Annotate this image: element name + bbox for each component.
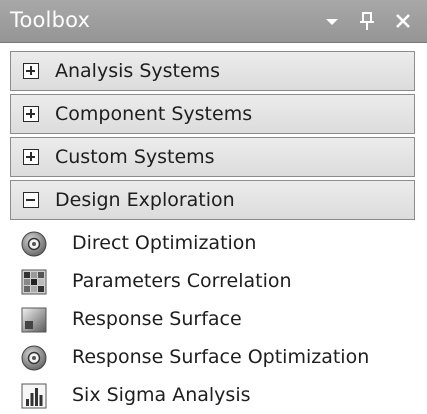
expand-icon[interactable] [23, 149, 39, 165]
item-label: Response Surface Optimization [72, 346, 370, 368]
expand-icon[interactable] [23, 106, 39, 122]
response-surface-icon [20, 306, 48, 334]
group-label: Custom Systems [55, 146, 215, 168]
toolbox-titlebar: Toolbox [0, 0, 427, 43]
direct-optimization-icon [20, 230, 48, 258]
group-component-systems[interactable]: Component Systems [10, 94, 415, 134]
toolbox-title: Toolbox [10, 8, 91, 32]
item-direct-optimization[interactable]: Direct Optimization [18, 226, 418, 262]
item-response-surface-optimization[interactable]: Response Surface Optimization [18, 340, 418, 376]
group-analysis-systems[interactable]: Analysis Systems [10, 51, 415, 91]
close-icon[interactable] [392, 10, 414, 36]
collapse-icon[interactable] [23, 192, 39, 208]
item-label: Response Surface [72, 308, 242, 330]
toolbox-panel: Analysis Systems Component Systems Custo… [0, 43, 427, 413]
item-label: Direct Optimization [72, 232, 257, 254]
item-six-sigma-analysis[interactable]: Six Sigma Analysis [18, 378, 418, 414]
parameters-correlation-icon [20, 268, 48, 296]
expand-icon[interactable] [23, 63, 39, 79]
item-response-surface[interactable]: Response Surface [18, 302, 418, 338]
group-design-exploration[interactable]: Design Exploration [10, 180, 415, 220]
item-parameters-correlation[interactable]: Parameters Correlation [18, 264, 418, 300]
six-sigma-analysis-icon [20, 382, 48, 410]
group-label: Design Exploration [55, 189, 235, 211]
group-label: Component Systems [55, 103, 253, 125]
item-label: Parameters Correlation [72, 270, 292, 292]
item-label: Six Sigma Analysis [72, 384, 251, 406]
response-surface-optimization-icon [20, 344, 48, 372]
pin-icon[interactable] [356, 10, 378, 36]
group-label: Analysis Systems [55, 60, 221, 82]
dropdown-arrow-icon[interactable] [322, 10, 342, 36]
group-custom-systems[interactable]: Custom Systems [10, 137, 415, 177]
